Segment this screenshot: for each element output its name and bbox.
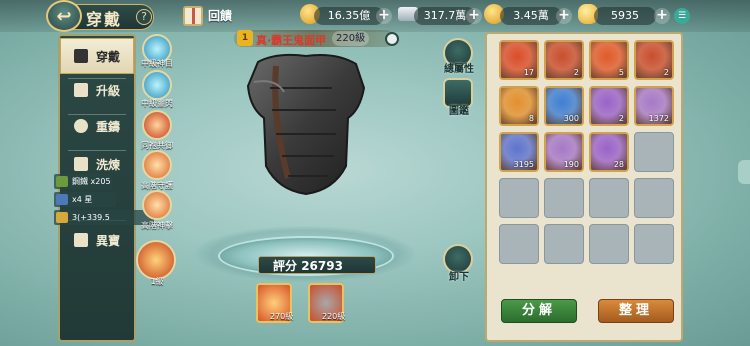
star-material-icon bbox=[56, 194, 68, 205]
item-quantity: 8 bbox=[528, 114, 534, 123]
score-label: 評分 bbox=[273, 259, 298, 273]
eye-icon[interactable] bbox=[385, 32, 399, 46]
skill-flame-icon[interactable] bbox=[136, 240, 176, 280]
empty-slot[interactable] bbox=[589, 178, 629, 218]
score-text: 評分 26793 bbox=[273, 257, 343, 274]
material-icon bbox=[56, 176, 68, 187]
yuanbao-amount: 5935 bbox=[594, 7, 656, 25]
ingot-amount: 3.45萬 bbox=[500, 7, 562, 25]
add-yuanbao-button[interactable]: + bbox=[654, 8, 670, 24]
empty-slot[interactable] bbox=[544, 178, 584, 218]
potion-item-icon[interactable]: 1372 bbox=[634, 86, 674, 126]
empty-slot[interactable] bbox=[634, 178, 674, 218]
gold-armor-item-icon[interactable]: 5 bbox=[589, 40, 629, 80]
item-quantity: 5 bbox=[618, 68, 624, 77]
item-quantity: 1372 bbox=[648, 114, 669, 123]
orange-orb-item-icon[interactable]: 8 bbox=[499, 86, 539, 126]
nav-tab-label: 重鑄 bbox=[95, 119, 120, 134]
gold-amount: 16.35億 bbox=[314, 7, 384, 25]
codex-label[interactable]: 圖鑑 bbox=[436, 102, 482, 117]
item-quantity: 300 bbox=[563, 114, 579, 123]
nav-tab-label: 升級 bbox=[95, 83, 120, 98]
empty-slot[interactable] bbox=[589, 224, 629, 264]
blue-orb-item-icon[interactable]: 3195 bbox=[499, 132, 539, 172]
item-name: 真·霸王鬼面甲 bbox=[256, 34, 327, 47]
slot-level: 220級 bbox=[322, 312, 346, 321]
skill-label: 高階神擊 bbox=[141, 221, 173, 230]
skill-flash-icon[interactable] bbox=[142, 70, 172, 100]
sort-button[interactable]: 整理 bbox=[598, 299, 674, 323]
stat-text: 鋼鐵 x205 bbox=[72, 177, 111, 186]
add-silver-button[interactable]: + bbox=[466, 8, 482, 24]
unequip-label[interactable]: 卸下 bbox=[436, 268, 482, 283]
skill-label: 中級靈閃 bbox=[141, 99, 173, 108]
add-ingot-button[interactable]: + bbox=[556, 8, 572, 24]
nav-tab-label: 異寶 bbox=[95, 233, 120, 248]
help-button[interactable]: ? bbox=[136, 9, 152, 25]
nav-tab-wear[interactable]: 穿戴 bbox=[60, 38, 134, 74]
empty-slot[interactable] bbox=[499, 224, 539, 264]
attributes-label[interactable]: 總屬性 bbox=[436, 60, 482, 75]
skill-guard-icon[interactable] bbox=[142, 110, 172, 140]
empty-slot[interactable] bbox=[499, 178, 539, 218]
topup-label[interactable]: 回饋 bbox=[208, 7, 232, 24]
nav-tab-label: 穿戴 bbox=[95, 49, 120, 64]
side-drawer-tab[interactable] bbox=[738, 160, 750, 184]
sword-icon bbox=[73, 49, 88, 63]
item-level: 220級 bbox=[332, 31, 370, 46]
dark-armor-item-icon[interactable]: 2 bbox=[634, 40, 674, 80]
purple-crystal-item-icon[interactable]: 2 bbox=[589, 86, 629, 126]
stat-row: 鋼鐵 x205 bbox=[54, 174, 112, 189]
empty-slot[interactable] bbox=[634, 132, 674, 172]
reforge-icon bbox=[73, 119, 88, 133]
item-quantity: 17 bbox=[523, 68, 534, 77]
blue-orb-item-icon[interactable]: 300 bbox=[544, 86, 584, 126]
page-title: 穿戴 bbox=[86, 10, 123, 29]
back-button[interactable]: ↩ bbox=[46, 0, 82, 32]
skill-strike-icon[interactable] bbox=[142, 190, 172, 220]
item-quantity: 3195 bbox=[513, 160, 534, 169]
nav-tab-upgrade[interactable]: 升級 bbox=[60, 72, 134, 108]
stat-text: 3(+339.5 bbox=[72, 213, 110, 222]
skill-label: 中級神目 bbox=[141, 59, 173, 68]
item-quantity: 2 bbox=[663, 68, 669, 77]
menu-list-icon[interactable]: ☰ bbox=[674, 8, 690, 24]
item-quantity: 28 bbox=[613, 160, 624, 169]
potion-item-icon[interactable]: 190 bbox=[544, 132, 584, 172]
item-quantity: 2 bbox=[573, 68, 579, 77]
score-value: 26793 bbox=[301, 259, 343, 273]
anchor-icon bbox=[73, 233, 88, 247]
purple-crystal-item-icon[interactable]: 28 bbox=[589, 132, 629, 172]
arrow-up-icon bbox=[73, 83, 88, 97]
item-quantity: 190 bbox=[563, 160, 579, 169]
skill-level: 1級 bbox=[150, 277, 164, 286]
back-arrow-icon: ↩ bbox=[56, 5, 72, 27]
nav-tab-treasure[interactable]: 異寶 bbox=[60, 222, 134, 258]
nav-tab-label: 洗煉 bbox=[95, 157, 120, 172]
add-gold-button[interactable]: + bbox=[376, 8, 392, 24]
armor-image bbox=[246, 53, 366, 196]
material-icon bbox=[56, 212, 68, 223]
item-quantity: 2 bbox=[618, 114, 624, 123]
slot-level: 270級 bbox=[270, 312, 294, 321]
empty-slot[interactable] bbox=[544, 224, 584, 264]
star-badge: 1 bbox=[237, 30, 253, 46]
anvil-icon bbox=[73, 157, 88, 171]
gift-icon[interactable] bbox=[183, 6, 203, 26]
empty-slot[interactable] bbox=[634, 224, 674, 264]
dark-armor-item-icon[interactable]: 2 bbox=[544, 40, 584, 80]
stat-row: x4 星 bbox=[54, 192, 116, 207]
skill-shield-icon[interactable] bbox=[142, 150, 172, 180]
red-orb-item-icon[interactable]: 17 bbox=[499, 40, 539, 80]
decompose-button[interactable]: 分解 bbox=[501, 299, 577, 323]
nav-tab-reforge[interactable]: 重鑄 bbox=[60, 108, 134, 144]
stat-text: x4 星 bbox=[72, 195, 93, 204]
